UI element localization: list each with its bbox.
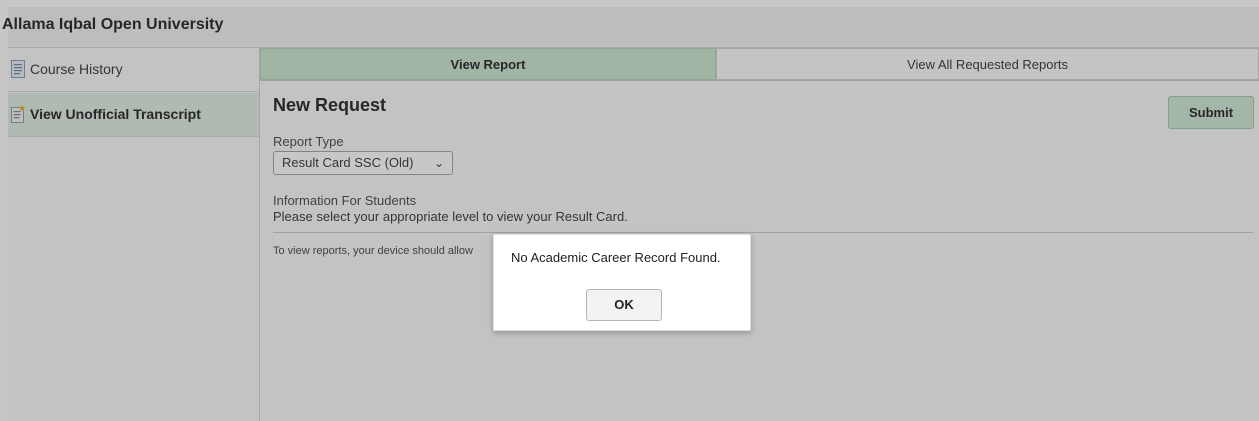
dialog-message: No Academic Career Record Found. xyxy=(511,250,721,265)
ok-button[interactable]: OK xyxy=(586,289,662,321)
alert-dialog: No Academic Career Record Found. OK xyxy=(493,234,751,331)
modal-overlay[interactable] xyxy=(0,0,1259,421)
